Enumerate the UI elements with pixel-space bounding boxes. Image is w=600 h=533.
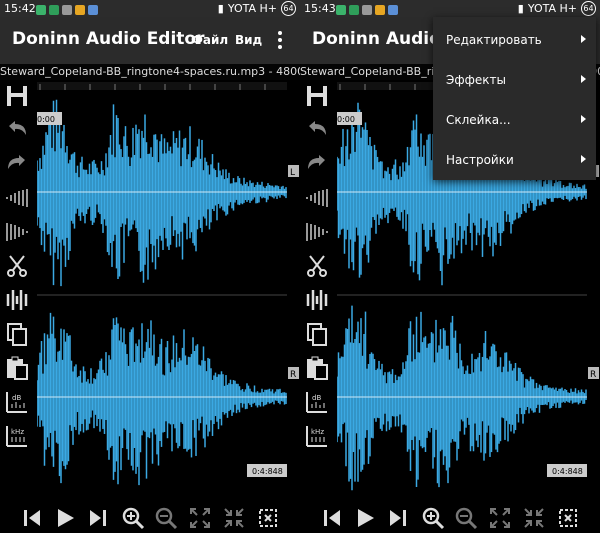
overflow-menu-icon[interactable] [271,27,289,53]
db-volume-icon[interactable]: dB [303,388,331,416]
channel-right-label: R [590,370,596,380]
file-name-label: Steward_Copeland-BB_ringtone4-spaces.ru.… [0,64,300,80]
svg-text:dB: dB [312,394,321,402]
cut-icon[interactable] [303,252,331,280]
fit-icon[interactable] [188,506,212,530]
redo-icon[interactable] [3,150,31,178]
status-bar: 15:43 ▮ YOTA H+ 64 [300,0,600,17]
khz-icon[interactable]: kHz [303,422,331,450]
zoom-out-icon[interactable] [454,506,478,530]
zoom-in-icon[interactable] [121,506,145,530]
end-time-label: 0:4:848 [252,467,283,476]
save-icon[interactable] [303,82,331,110]
shrink-icon[interactable] [222,506,246,530]
zoom-out-icon[interactable] [154,506,178,530]
app-bar: Doninn Audio Editor Файл Вид [0,17,300,64]
status-right: ▮ YOTA H+ 64 [518,0,596,17]
select-all-icon[interactable] [256,506,280,530]
signal-icon: ▮ [517,2,524,15]
submenu-arrow-icon [581,115,586,123]
status-bar: 15:42 ▮ YOTA H+ 64 [0,0,300,17]
paste-icon[interactable] [3,354,31,382]
play-icon[interactable] [53,506,77,530]
svg-text:kHz: kHz [311,428,324,436]
signal-icon: ▮ [217,2,224,15]
amplify-icon[interactable] [303,286,331,314]
menu-item-effects[interactable]: Эффекты [433,60,596,100]
status-time: 15:43 [304,2,336,15]
redo-icon[interactable] [303,150,331,178]
edit-toolbar: dB kHz [0,80,34,503]
shrink-icon[interactable] [522,506,546,530]
app-title: Doninn Audio Editor [12,29,205,49]
menu-item-edit[interactable]: Редактировать [433,20,596,60]
carrier-label: YOTA H+ [527,2,577,15]
skip-start-icon[interactable] [320,506,344,530]
svg-text:dB: dB [12,394,21,402]
time-ruler [37,82,287,90]
waveform-view[interactable]: 0:00 0:4:848 [37,82,287,502]
playback-bar [300,503,600,533]
carrier-label: YOTA H+ [227,2,277,15]
select-all-icon[interactable] [556,506,580,530]
status-time: 15:42 [4,2,36,15]
channel-right-label: R [290,370,296,380]
skip-end-icon[interactable] [386,506,410,530]
fade-in-icon[interactable] [3,184,31,212]
save-icon[interactable] [3,82,31,110]
overflow-menu: Редактировать Эффекты Склейка... Настрой… [433,17,596,180]
playback-bar [0,503,300,533]
menu-item-settings[interactable]: Настройки [433,140,596,180]
khz-icon[interactable]: kHz [3,422,31,450]
menu-item-label: Настройки [446,153,514,167]
waveform-canvas: 0:00 0:4:848 [37,82,287,486]
edit-toolbar: dB kHz [300,80,334,503]
skip-start-icon[interactable] [20,506,44,530]
svg-text:kHz: kHz [11,428,24,436]
db-volume-icon[interactable]: dB [3,388,31,416]
zoom-in-icon[interactable] [421,506,445,530]
fade-out-icon[interactable] [303,218,331,246]
cut-icon[interactable] [3,252,31,280]
copy-icon[interactable] [3,320,31,348]
submenu-arrow-icon [581,35,586,43]
fit-icon[interactable] [488,506,512,530]
channel-bar: L R [287,82,300,502]
copy-icon[interactable] [303,320,331,348]
submenu-arrow-icon [581,155,586,163]
play-icon[interactable] [353,506,377,530]
menu-item-label: Склейка... [446,113,511,127]
battery-icon: 64 [281,1,296,16]
undo-icon[interactable] [3,116,31,144]
editor-screen-right: 15:43 ▮ YOTA H+ 64 Doninn Audio Editor S… [300,0,600,533]
view-menu-button[interactable]: Вид [235,33,262,47]
fade-out-icon[interactable] [3,218,31,246]
end-time-label: 0:4:848 [552,467,583,476]
menu-item-merge[interactable]: Склейка... [433,100,596,140]
menu-item-label: Эффекты [446,73,506,87]
channel-left-label: L [290,168,295,178]
battery-icon: 64 [581,1,596,16]
editor-screen-left: 15:42 ▮ YOTA H+ 64 Doninn Audio Editor Ф… [0,0,300,533]
start-time-label: 0:00 [337,115,355,124]
skip-end-icon[interactable] [86,506,110,530]
amplify-icon[interactable] [3,286,31,314]
status-right: ▮ YOTA H+ 64 [218,0,296,17]
submenu-arrow-icon [581,75,586,83]
paste-icon[interactable] [303,354,331,382]
fade-in-icon[interactable] [303,184,331,212]
menu-item-label: Редактировать [446,33,542,47]
start-time-label: 0:00 [37,115,55,124]
undo-icon[interactable] [303,116,331,144]
file-menu-button[interactable]: Файл [191,33,228,47]
